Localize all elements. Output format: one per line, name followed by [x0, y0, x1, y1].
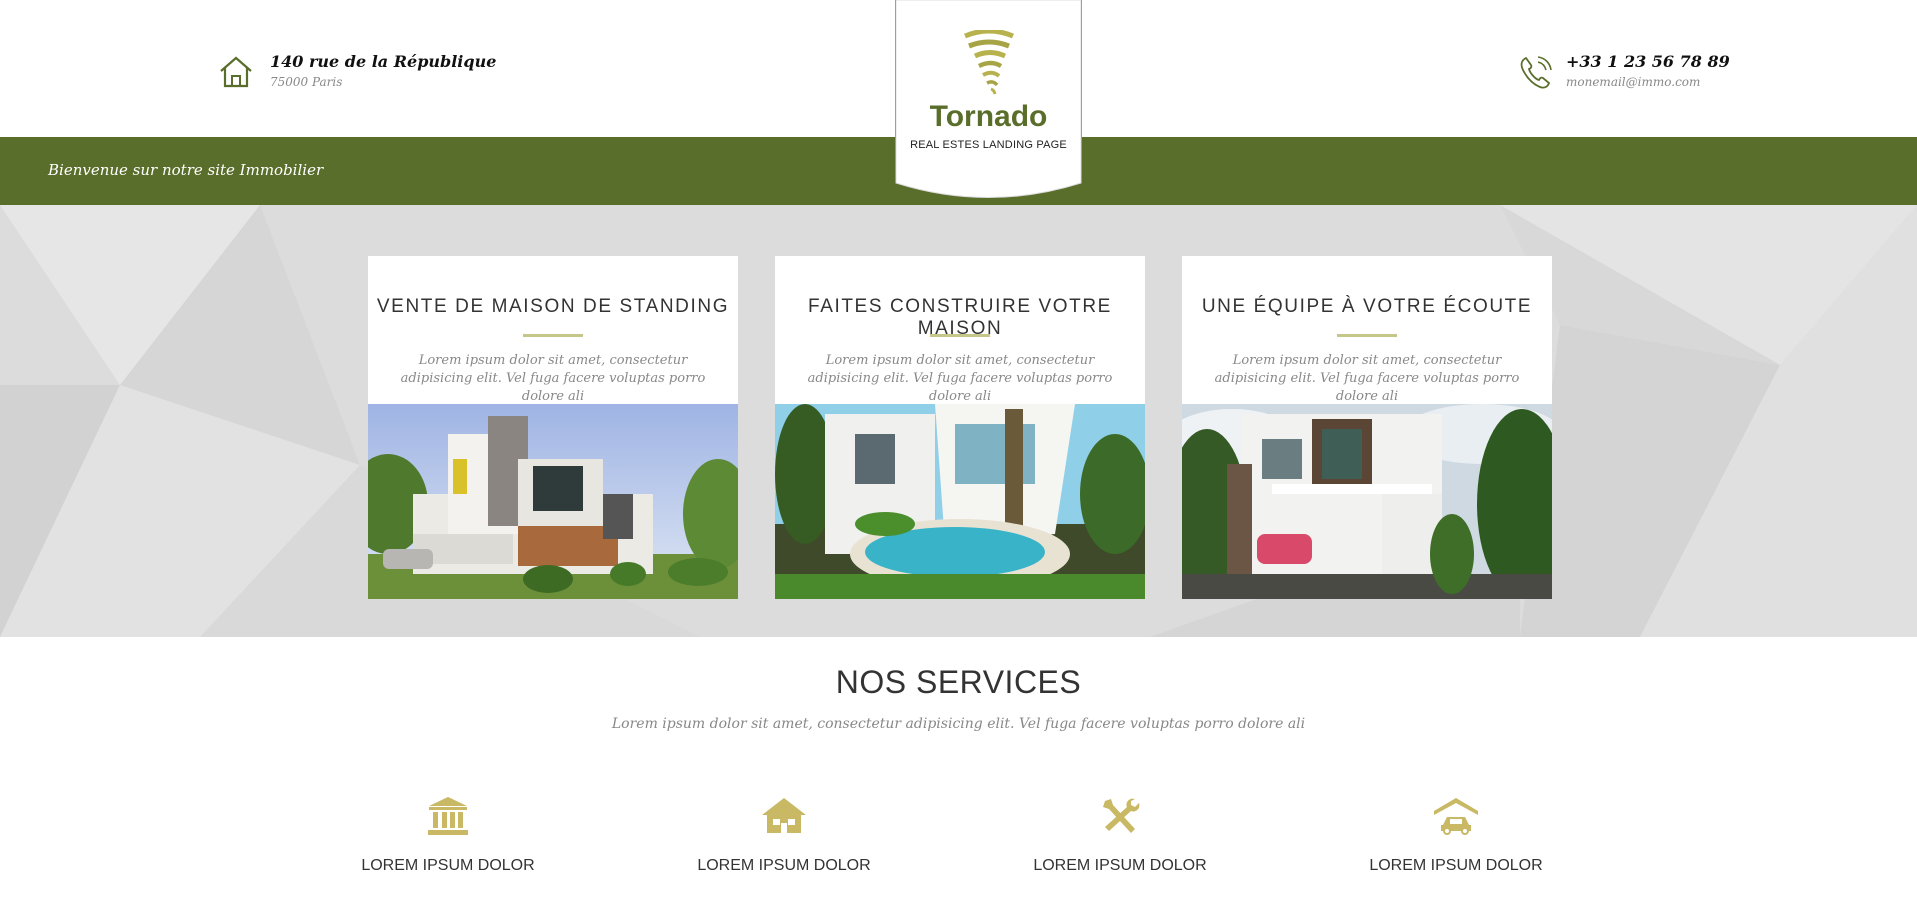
contact-block: +33 1 23 56 78 89 monemail@immo.com [1518, 52, 1730, 90]
logo-tagline: REAL ESTES LANDING PAGE [910, 139, 1067, 151]
service-label: LOREM IPSUM DOLOR [361, 857, 535, 874]
card-description: Lorem ipsum dolor sit amet, consectetur … [807, 353, 1113, 404]
service-item[interactable]: LOREM IPSUM DOLOR [1336, 795, 1576, 875]
service-label: LOREM IPSUM DOLOR [697, 857, 871, 874]
service-item[interactable]: LOREM IPSUM DOLOR [664, 795, 904, 875]
card-image-pool-house [775, 404, 1145, 599]
site-logo[interactable]: Tornado REAL ESTES LANDING PAGE [895, 0, 1082, 215]
card-description: Lorem ipsum dolor sit amet, consectetur … [400, 353, 706, 404]
phone-number[interactable]: +33 1 23 56 78 89 [1566, 52, 1730, 71]
service-label: LOREM IPSUM DOLOR [1033, 857, 1207, 874]
feature-card[interactable]: VENTE DE MAISON DE STANDING Lorem ipsum … [368, 256, 738, 599]
card-description: Lorem ipsum dolor sit amet, consectetur … [1214, 353, 1520, 404]
feature-card[interactable]: UNE ÉQUIPE À VOTRE ÉCOUTE Lorem ipsum do… [1182, 256, 1552, 599]
card-divider [1337, 334, 1397, 337]
tornado-icon [964, 30, 1014, 95]
service-label: LOREM IPSUM DOLOR [1369, 857, 1543, 874]
garage-car-icon [1434, 798, 1478, 835]
service-item[interactable]: LOREM IPSUM DOLOR [328, 795, 568, 875]
service-item[interactable]: LOREM IPSUM DOLOR [1000, 795, 1240, 875]
card-divider [930, 334, 990, 337]
card-title: UNE ÉQUIPE À VOTRE ÉCOUTE [1201, 296, 1533, 317]
feature-card[interactable]: FAITES CONSTRUIRE VOTRE MAISON Lorem ips… [775, 256, 1145, 599]
card-image-team-house [1182, 404, 1552, 599]
address-block: 140 rue de la République 75000 Paris [218, 52, 496, 90]
phone-icon [1520, 56, 1552, 89]
tools-icon [1103, 798, 1140, 833]
card-image-luxury-house [368, 404, 738, 599]
services-title: NOS SERVICES [835, 664, 1082, 700]
logo-brand: Tornado [929, 100, 1048, 133]
services-subtitle: Lorem ipsum dolor sit amet, consectetur … [611, 716, 1306, 732]
home-icon [220, 56, 252, 88]
address-city: 75000 Paris [270, 75, 343, 89]
bank-icon [428, 797, 468, 835]
card-divider [523, 334, 583, 337]
address-street: 140 rue de la République [270, 52, 497, 71]
hero-section: VENTE DE MAISON DE STANDING Lorem ipsum … [0, 205, 1917, 637]
house-icon [762, 798, 806, 833]
card-title: VENTE DE MAISON DE STANDING [376, 296, 730, 317]
email-address[interactable]: monemail@immo.com [1566, 75, 1730, 89]
welcome-text: Bienvenue sur notre site Immobilier [48, 161, 324, 179]
